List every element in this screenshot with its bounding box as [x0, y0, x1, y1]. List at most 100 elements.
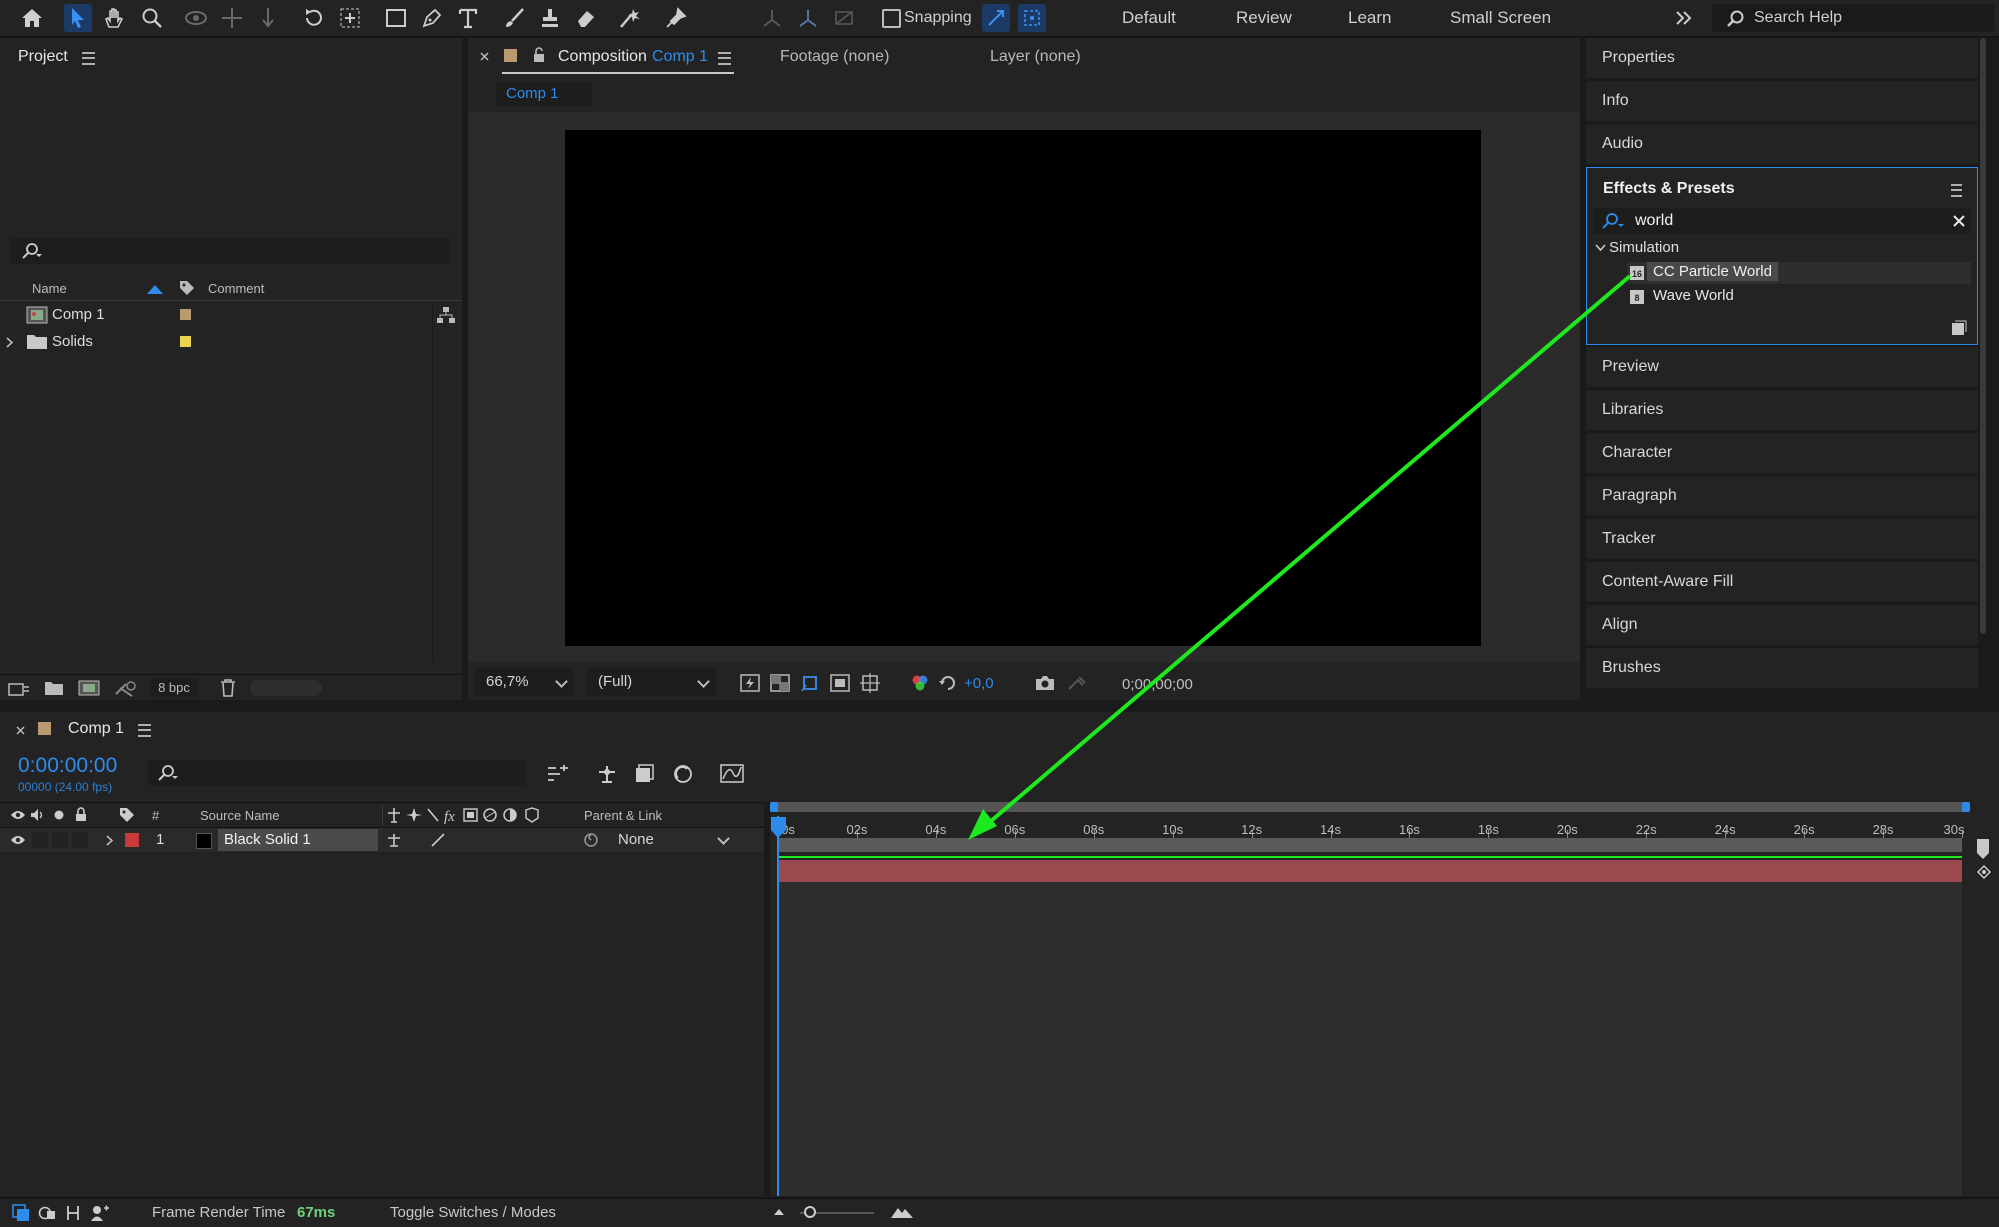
layer-switches-toggle-icon[interactable]	[12, 1204, 30, 1222]
workspace-small-screen[interactable]: Small Screen	[1450, 8, 1551, 28]
panel-properties[interactable]: Properties	[1586, 38, 1978, 78]
zoom-tool-icon[interactable]	[138, 4, 166, 32]
lock-toggle[interactable]	[72, 832, 88, 848]
lock-icon[interactable]	[532, 47, 546, 63]
new-bin-icon[interactable]	[1951, 320, 1967, 336]
rotation-tool-icon[interactable]	[300, 4, 328, 32]
eraser-tool-icon[interactable]	[572, 4, 600, 32]
time-ruler[interactable]: 0s 02s 04s 06s 08s 10s 12s 14s 16s 18s 20s 22s 24s 26…	[770, 812, 1970, 838]
panel-menu-icon[interactable]	[1951, 184, 1962, 197]
layer-name-field[interactable]: Black Solid 1	[218, 829, 378, 851]
flowchart-icon[interactable]	[436, 306, 456, 324]
playhead-icon[interactable]	[770, 816, 788, 840]
layer-switches[interactable]	[460, 832, 580, 848]
panel-content-aware-fill[interactable]: Content-Aware Fill	[1586, 562, 1978, 602]
project-item-solids[interactable]: Solids	[0, 329, 440, 355]
graph-editor-icon[interactable]	[720, 762, 744, 784]
toggle-switches-modes-button[interactable]: Toggle Switches / Modes	[390, 1204, 556, 1221]
layer-label-color[interactable]	[125, 833, 139, 847]
render-time-toggle-icon[interactable]	[90, 1204, 110, 1222]
panel-menu-icon[interactable]	[82, 52, 95, 65]
project-item-comp[interactable]: Comp 1	[0, 302, 455, 328]
project-panel-title[interactable]: Project	[18, 48, 68, 66]
label-column-icon[interactable]	[118, 806, 136, 824]
workspace-learn[interactable]: Learn	[1348, 8, 1391, 28]
project-search-input[interactable]	[10, 238, 450, 264]
resolution-dropdown[interactable]: (Full)	[586, 668, 716, 696]
sort-ascending-icon[interactable]	[147, 285, 163, 294]
column-name[interactable]: Name	[32, 281, 67, 296]
exposure-value[interactable]: +0,0	[964, 675, 994, 692]
tab-footage[interactable]: Footage (none)	[780, 48, 889, 66]
zoom-in-icon[interactable]	[890, 1204, 914, 1220]
panel-character[interactable]: Character	[1586, 433, 1978, 473]
selection-tool-icon[interactable]	[64, 4, 92, 32]
work-area-bar[interactable]	[770, 802, 1970, 812]
effects-category-simulation[interactable]: Simulation	[1593, 238, 1973, 258]
video-visibility-icon[interactable]	[10, 834, 26, 846]
column-source-name[interactable]: Source Name	[200, 808, 279, 823]
view-axis-mode-icon[interactable]	[830, 4, 858, 32]
local-axis-mode-icon[interactable]	[758, 4, 786, 32]
roto-brush-tool-icon[interactable]	[616, 4, 644, 32]
color-depth-button[interactable]: 8 bpc	[150, 679, 198, 697]
rectangle-tool-icon[interactable]	[382, 4, 410, 32]
draft-3d-icon[interactable]	[596, 764, 618, 784]
shy-switch-icon[interactable]	[386, 832, 402, 848]
orbit-camera-icon[interactable]	[182, 4, 210, 32]
brush-tool-icon[interactable]	[500, 4, 528, 32]
composition-mini-flowchart-icon[interactable]	[546, 764, 570, 784]
layer-duration-bar[interactable]	[778, 860, 1962, 882]
anchor-point-tool-icon[interactable]	[336, 4, 364, 32]
panel-brushes[interactable]: Brushes	[1586, 648, 1978, 688]
grid-guides-icon[interactable]	[860, 673, 880, 693]
trash-icon[interactable]	[220, 679, 236, 697]
label-column-icon[interactable]	[178, 279, 196, 297]
column-parent-link[interactable]: Parent & Link	[584, 808, 662, 823]
tab-composition[interactable]: Composition	[558, 48, 647, 66]
layer-switches-icons[interactable]: fx	[386, 806, 566, 824]
label-color-swatch[interactable]	[180, 336, 191, 347]
thumbnail-size-slider[interactable]	[250, 680, 322, 696]
panel-audio[interactable]: Audio	[1586, 124, 1978, 164]
snap-features-icon[interactable]	[1018, 4, 1046, 32]
clear-search-icon[interactable]	[1953, 215, 1965, 227]
right-panel-scrollbar[interactable]	[1980, 38, 1986, 634]
hand-tool-icon[interactable]	[100, 4, 128, 32]
effect-item-wave-world[interactable]: 8 Wave World	[1627, 286, 1971, 308]
video-visibility-icon[interactable]	[10, 809, 26, 821]
puppet-pin-tool-icon[interactable]	[662, 4, 690, 32]
expand-arrow-icon[interactable]	[6, 337, 14, 348]
expand-arrow-icon[interactable]	[106, 835, 114, 846]
type-tool-icon[interactable]	[454, 4, 482, 32]
zoom-dropdown[interactable]: 66,7%	[474, 668, 574, 696]
solo-toggle[interactable]	[52, 832, 68, 848]
show-snapshot-icon[interactable]	[1066, 674, 1088, 692]
clone-stamp-tool-icon[interactable]	[536, 4, 564, 32]
panel-menu-icon[interactable]	[718, 52, 731, 65]
current-timecode[interactable]: 0;00;00;00	[1122, 676, 1193, 693]
panel-align[interactable]: Align	[1586, 605, 1978, 645]
reset-exposure-icon[interactable]	[938, 673, 958, 693]
panel-menu-icon[interactable]	[138, 724, 151, 737]
comp-subtab[interactable]: Comp 1	[496, 82, 592, 106]
timeline-zoom-slider-thumb[interactable]	[804, 1206, 816, 1218]
label-color-swatch[interactable]	[180, 309, 191, 320]
panel-info[interactable]: Info	[1586, 81, 1978, 121]
frame-blending-icon[interactable]	[672, 764, 694, 784]
search-help-field[interactable]: Search Help	[1712, 4, 1994, 32]
snapshot-camera-icon[interactable]	[1034, 674, 1056, 692]
more-workspaces-icon[interactable]	[1670, 4, 1698, 32]
composition-canvas[interactable]	[565, 130, 1481, 646]
dolly-camera-icon[interactable]	[254, 4, 282, 32]
snap-edges-icon[interactable]	[982, 4, 1010, 32]
current-time-display[interactable]: 0:00:00:00	[18, 754, 117, 778]
solo-icon[interactable]	[54, 810, 64, 820]
world-axis-mode-icon[interactable]	[794, 4, 822, 32]
snapping-checkbox[interactable]	[882, 9, 901, 28]
channel-rgb-icon[interactable]	[910, 674, 930, 692]
pan-camera-icon[interactable]	[218, 4, 246, 32]
interpret-footage-icon[interactable]	[8, 681, 30, 697]
layer-marker-icon[interactable]	[1976, 864, 1992, 880]
mask-visibility-icon[interactable]	[800, 673, 820, 693]
